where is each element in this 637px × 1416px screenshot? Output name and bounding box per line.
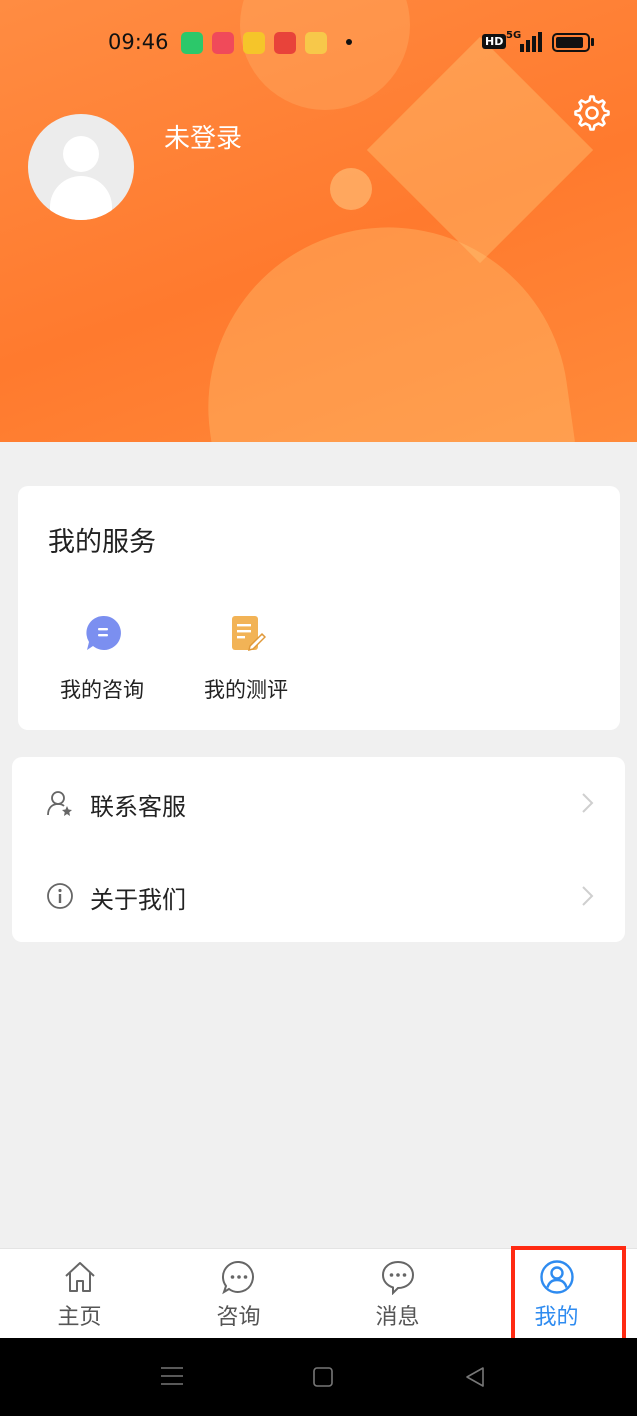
hd-indicator: HD — [482, 34, 507, 49]
battery-level — [556, 37, 583, 48]
contact-support-item[interactable]: 联系客服 — [12, 757, 625, 849]
message-icon — [380, 1259, 416, 1296]
service-label: 我的咨询 — [60, 678, 144, 702]
service-label: 我的测评 — [204, 678, 288, 702]
home-icon — [62, 1259, 98, 1295]
my-consultation-button[interactable]: 我的咨询 — [42, 612, 162, 722]
menu-list: 联系客服 关于我们 — [12, 757, 625, 942]
weibo-notification-icon — [305, 32, 327, 54]
tab-label: 咨询 — [216, 1305, 261, 1330]
header-decoration — [185, 204, 575, 442]
tab-label: 主页 — [57, 1305, 102, 1330]
header-decoration — [330, 168, 372, 210]
about-us-item[interactable]: 关于我们 — [12, 850, 625, 942]
wechat-notification-icon — [181, 32, 203, 54]
profile-header: 09:46 HD 5G 未登录 — [0, 0, 637, 442]
tab-messages[interactable]: 消息 — [318, 1249, 477, 1339]
menu-icon[interactable] — [160, 1365, 184, 1387]
chevron-right-icon — [576, 884, 598, 908]
my-assessment-button[interactable]: 我的测评 — [186, 612, 306, 722]
home-square-icon[interactable] — [312, 1366, 334, 1388]
menu-item-label: 关于我们 — [90, 886, 186, 914]
chat-bubble-icon — [84, 614, 122, 652]
status-bar: 09:46 HD 5G — [0, 26, 637, 60]
default-avatar-icon — [63, 136, 99, 172]
battery-icon — [552, 33, 590, 52]
back-triangle-icon[interactable] — [464, 1366, 486, 1388]
gear-icon[interactable] — [573, 94, 611, 132]
services-title: 我的服务 — [48, 527, 156, 558]
chat-icon — [221, 1259, 257, 1295]
tab-consult[interactable]: 咨询 — [159, 1249, 318, 1339]
app-notification-icon — [212, 32, 234, 54]
avatar[interactable] — [28, 114, 134, 220]
status-time: 09:46 — [108, 30, 169, 54]
info-icon — [46, 882, 74, 910]
battery-tip — [591, 38, 594, 46]
profile-screen: 09:46 HD 5G 未登录 我的服务 我的咨询 我的测评 联系客服 关于我们… — [0, 0, 637, 1416]
signal-icon — [520, 26, 548, 56]
toutiao-notification-icon — [274, 32, 296, 54]
tab-home[interactable]: 主页 — [0, 1249, 159, 1339]
my-services-card: 我的服务 我的咨询 我的测评 — [18, 486, 620, 730]
customer-service-icon — [46, 789, 74, 817]
more-notifications-dot — [346, 39, 352, 45]
tab-label: 消息 — [375, 1305, 420, 1330]
document-edit-icon — [228, 614, 267, 652]
chevron-right-icon — [576, 791, 598, 815]
tab-highlight-box — [511, 1246, 626, 1342]
default-avatar-icon — [50, 176, 112, 220]
system-nav-bar — [0, 1338, 637, 1416]
app-notification-icon — [243, 32, 265, 54]
network-type: 5G — [506, 30, 522, 41]
menu-item-label: 联系客服 — [90, 793, 186, 821]
login-status[interactable]: 未登录 — [164, 118, 242, 155]
